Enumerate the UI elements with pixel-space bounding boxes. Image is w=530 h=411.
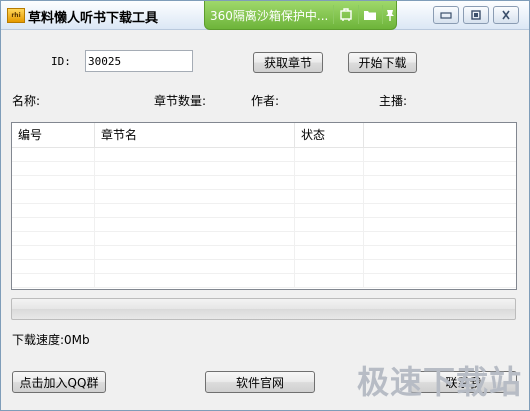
table-cell (95, 176, 295, 190)
author-label: 作者: (251, 94, 280, 108)
table-cell (364, 246, 516, 260)
table-cell (295, 176, 364, 190)
table-cell (12, 148, 95, 162)
table-cell (295, 190, 364, 204)
start-download-button[interactable]: 开始下载 (348, 52, 417, 73)
table-cell (12, 274, 95, 288)
table-row[interactable] (12, 148, 516, 162)
column-header-extra[interactable] (364, 123, 516, 147)
maximize-button[interactable] (463, 6, 489, 24)
table-cell (364, 204, 516, 218)
chapter-list-header: 编号 章节名 状态 (12, 123, 516, 148)
close-button[interactable] (493, 6, 519, 24)
table-cell (295, 232, 364, 246)
table-cell (295, 148, 364, 162)
table-row[interactable] (12, 246, 516, 260)
table-cell (12, 260, 95, 274)
table-cell (12, 232, 95, 246)
minimize-icon (440, 12, 452, 19)
table-cell (364, 162, 516, 176)
column-header-number[interactable]: 编号 (12, 123, 95, 147)
join-qq-group-button[interactable]: 点击加入QQ群 (12, 371, 106, 393)
table-row[interactable] (12, 190, 516, 204)
pin-icon[interactable] (383, 6, 401, 24)
table-cell (95, 232, 295, 246)
sandbox-shield-icon[interactable] (337, 6, 355, 24)
download-speed-text: 下载速度:0Mb (12, 333, 90, 347)
minimize-button[interactable] (433, 6, 459, 24)
window-title: 草料懒人听书下载工具 (28, 11, 159, 26)
id-input[interactable] (85, 50, 193, 72)
column-header-chapter-name[interactable]: 章节名 (95, 123, 295, 147)
table-cell (95, 204, 295, 218)
table-cell (12, 190, 95, 204)
table-cell (364, 176, 516, 190)
maximize-icon (471, 10, 481, 20)
table-cell (364, 274, 516, 288)
table-row[interactable] (12, 260, 516, 274)
table-cell (95, 190, 295, 204)
site-watermark: 极速下载站 (357, 363, 523, 401)
table-cell (295, 204, 364, 218)
sandbox-status-text[interactable]: 360隔离沙箱保护中... (210, 7, 328, 24)
get-chapters-button[interactable]: 获取章节 (253, 52, 323, 73)
table-cell (364, 232, 516, 246)
table-cell (12, 246, 95, 260)
table-cell (295, 260, 364, 274)
table-cell (364, 260, 516, 274)
table-row[interactable] (12, 232, 516, 246)
table-row[interactable] (12, 162, 516, 176)
table-cell (364, 148, 516, 162)
name-label: 名称: (12, 94, 41, 108)
chapter-list[interactable]: 编号 章节名 状态 (11, 122, 517, 290)
app-window: rhi 草料懒人听书下载工具 360隔离沙箱保护中... ID: 30025 获… (0, 0, 530, 411)
table-cell (12, 218, 95, 232)
table-cell (95, 162, 295, 176)
official-site-button[interactable]: 软件官网 (205, 371, 315, 393)
table-row[interactable] (12, 218, 516, 232)
table-cell (295, 274, 364, 288)
app-logo-icon: rhi (7, 8, 25, 23)
chapter-list-body (12, 148, 516, 289)
table-row[interactable] (12, 204, 516, 218)
table-cell (95, 274, 295, 288)
table-cell (12, 162, 95, 176)
table-cell (295, 162, 364, 176)
close-icon (502, 10, 510, 20)
table-row[interactable] (12, 176, 516, 190)
column-header-status[interactable]: 状态 (295, 123, 364, 147)
table-cell (95, 218, 295, 232)
table-cell (295, 218, 364, 232)
narrator-label: 主播: (379, 94, 408, 108)
table-cell (364, 190, 516, 204)
chapter-count-label: 章节数量: (154, 94, 207, 108)
title-bar: rhi 草料懒人听书下载工具 360隔离沙箱保护中... (1, 1, 529, 30)
table-cell (364, 218, 516, 232)
table-row[interactable] (12, 274, 516, 288)
table-cell (95, 246, 295, 260)
table-cell (95, 260, 295, 274)
id-label: ID: (51, 55, 71, 68)
download-progress-bar (11, 298, 516, 320)
table-cell (295, 246, 364, 260)
sandbox-bar: 360隔离沙箱保护中... (204, 1, 397, 30)
folder-icon[interactable] (361, 6, 379, 24)
table-cell (95, 148, 295, 162)
table-cell (12, 204, 95, 218)
table-cell (12, 176, 95, 190)
